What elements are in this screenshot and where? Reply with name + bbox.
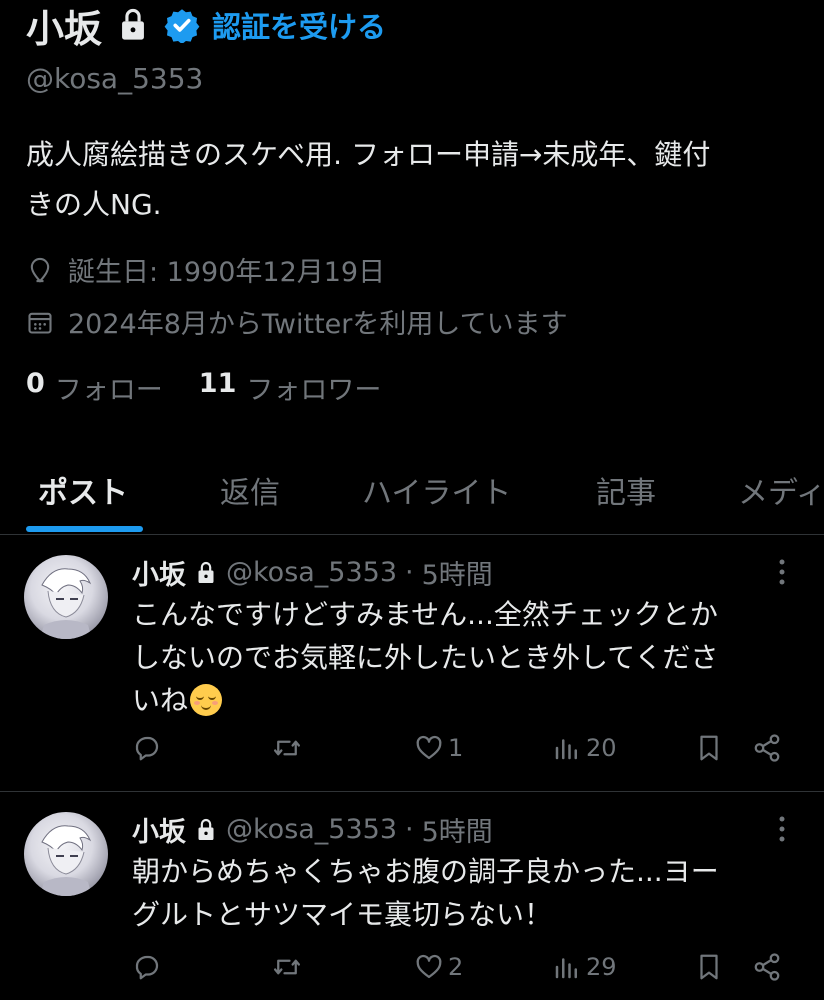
view-count: 29 [586,953,617,981]
profile-join-date: 2024年8月からTwitterを利用しています [26,302,568,341]
reply-button[interactable] [132,733,162,763]
views-button[interactable]: 20 [552,733,617,763]
retweet-icon [274,959,300,975]
tab-articles[interactable]: 記事 [596,468,656,512]
views-button[interactable]: 29 [552,952,617,982]
profile-handle: @kosa_5353 [26,62,204,95]
profile-birthday: 誕生日: 1990年12月19日 [26,250,385,289]
share-icon [754,953,780,981]
followers-label: フォロワー [246,375,382,406]
like-button[interactable]: 1 [414,733,463,763]
tweet-author-handle[interactable]: @kosa_5353 [226,557,397,588]
heart-icon [416,954,442,979]
more-vertical-icon[interactable] [770,814,794,844]
location-pin-icon [30,257,50,283]
lock-icon [198,561,214,583]
avatar[interactable] [24,555,108,639]
tweet-text: こんなですけどすみません...全然チェックとか しないのでお気軽に外したいとき外… [132,593,802,722]
tweet-author-handle[interactable]: @kosa_5353 [226,814,397,845]
more-vertical-icon[interactable] [770,557,794,587]
reply-icon [135,736,159,761]
lock-icon [198,818,214,840]
tweet-text-line: グルトとサツマイモ裏切らない！ [132,898,553,931]
tweet-timestamp[interactable]: 5時間 [422,810,493,849]
avatar-illustration [40,568,92,639]
reply-icon [135,955,159,980]
followers-link[interactable]: 11 フォロワー [199,368,382,407]
separator-dot: · [405,557,414,588]
separator-dot: · [405,814,414,845]
get-verified-link[interactable]: 認証を受ける [212,4,386,46]
following-label: フォロー [54,375,163,406]
birthday-text: 誕生日: 1990年12月19日 [68,257,386,288]
profile-tabs: ポスト 返信 ハイライト 記事 メディ [0,442,824,534]
tweet-author-name[interactable]: 小坂 [132,810,186,849]
retweet-button[interactable] [272,952,302,982]
retweet-button[interactable] [272,733,302,763]
avatar-illustration [40,825,92,896]
tab-highlights[interactable]: ハイライト [362,468,511,512]
tweet[interactable]: 小坂 @kosa_5353 · 5時間 こんなですけどすみません...全然チェッ… [0,535,824,791]
like-button[interactable]: 2 [414,952,463,982]
tweet-text-line: いね [132,679,802,722]
reply-button[interactable] [132,952,162,982]
active-tab-indicator [26,526,143,532]
like-count: 1 [448,734,464,762]
tweet-header: 小坂 @kosa_5353 · 5時間 [132,810,493,849]
share-button[interactable] [752,952,782,982]
tweet-text-line: しないのでお気軽に外したいとき外してくださ [132,641,719,674]
following-count: 0 [26,368,45,399]
tab-posts[interactable]: ポスト [38,468,128,512]
views-icon [555,958,577,979]
tweet-text-line: 朝からめちゃくちゃお腹の調子良かった...ヨー [132,855,719,888]
view-count: 20 [586,734,617,762]
following-link[interactable]: 0 フォロー [26,368,163,407]
bio-line: 成人腐絵描きのスケベ用. フォロー申請→未成年、鍵付 [26,138,711,171]
share-icon [754,734,780,762]
bio-line: きの人NG. [26,188,162,221]
followers-count: 11 [198,368,237,399]
tweet[interactable]: 小坂 @kosa_5353 · 5時間 朝からめちゃくちゃお腹の調子良かった..… [0,792,824,1000]
like-count: 2 [448,953,464,981]
join-date-text: 2024年8月からTwitterを利用しています [68,309,568,340]
retweet-icon [274,740,300,756]
follow-stats: 0 フォロー 11 フォロワー [26,368,417,407]
tweet-header: 小坂 @kosa_5353 · 5時間 [132,553,493,592]
tweet-text-segment: いね [132,684,189,717]
lock-icon [122,8,144,40]
views-icon [555,739,577,760]
tab-media[interactable]: メディ [738,468,824,512]
relieved-face-emoji-icon [190,684,223,716]
verified-badge-icon[interactable] [164,7,200,43]
heart-icon [416,735,442,760]
bookmark-icon [700,735,718,761]
profile-name-row: 小坂 認証を受ける [26,0,386,51]
tweet-text: 朝からめちゃくちゃお腹の調子良かった...ヨー グルトとサツマイモ裏切らない！ [132,850,802,936]
tweet-actions: 2 29 [132,952,792,992]
bookmark-button[interactable] [694,733,724,763]
tab-replies[interactable]: 返信 [220,468,280,512]
profile-bio: 成人腐絵描きのスケベ用. フォロー申請→未成年、鍵付 きの人NG. [26,130,806,230]
tweet-author-name[interactable]: 小坂 [132,553,186,592]
tweet-timestamp[interactable]: 5時間 [422,553,493,592]
tweet-text-line: こんなですけどすみません...全然チェックとか [132,598,718,631]
bookmark-button[interactable] [694,952,724,982]
bookmark-icon [700,954,718,980]
calendar-icon [28,312,52,334]
tweet-actions: 1 20 [132,733,792,773]
share-button[interactable] [752,733,782,763]
avatar[interactable] [24,812,108,896]
profile-display-name: 小坂 [26,6,103,51]
